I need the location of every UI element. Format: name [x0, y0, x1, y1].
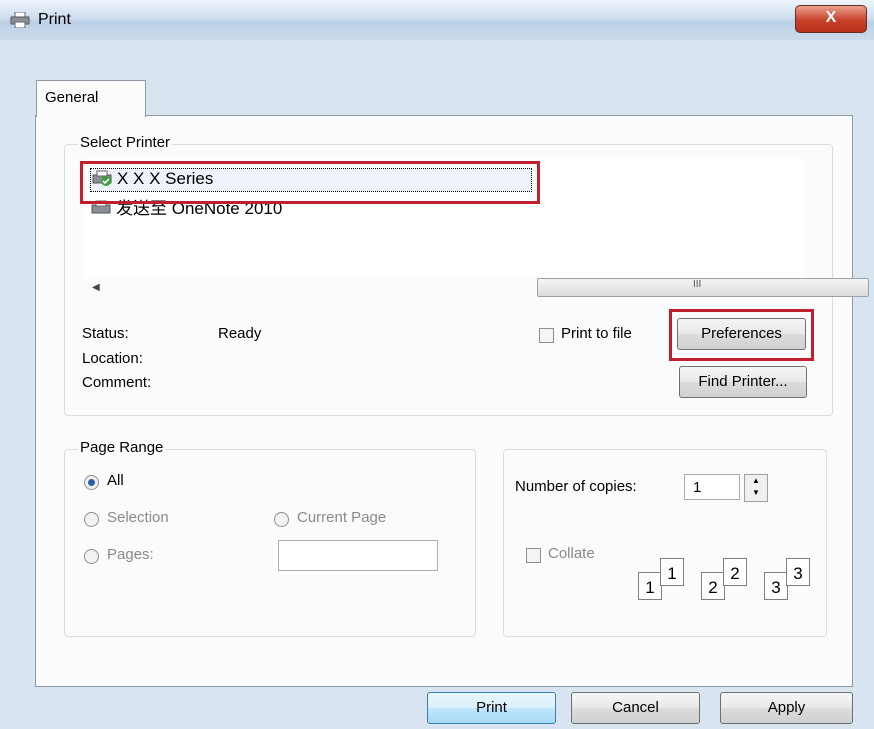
- cancel-button[interactable]: Cancel: [571, 692, 700, 724]
- collate-page-icon: 2: [723, 558, 747, 586]
- collate-page-icon: 3: [786, 558, 810, 586]
- collate-page-icon: 2: [701, 572, 725, 600]
- collate-label[interactable]: Collate: [548, 545, 595, 562]
- select-printer-title: Select Printer: [78, 134, 173, 151]
- apply-button[interactable]: Apply: [720, 692, 853, 724]
- pages-radio[interactable]: [84, 549, 99, 564]
- scrollbar-thumb[interactable]: III: [537, 278, 869, 297]
- number-of-copies-label: Number of copies:: [515, 478, 637, 495]
- print-button[interactable]: Print: [427, 692, 556, 724]
- current-page-label[interactable]: Current Page: [297, 509, 386, 526]
- printer-list-scrollbar[interactable]: ◀ III ▶: [84, 278, 869, 297]
- selection-label[interactable]: Selection: [107, 509, 169, 526]
- tab-general-label: General: [45, 89, 99, 106]
- pages-label[interactable]: Pages:: [107, 546, 154, 563]
- comment-label: Comment:: [82, 374, 152, 391]
- copies-spinner[interactable]: ▲ ▼: [744, 474, 768, 502]
- highlight-box-preferences: [669, 309, 814, 361]
- print-to-file-text: Print to file: [561, 325, 632, 342]
- title-bar: Print X: [0, 0, 874, 40]
- close-button[interactable]: X: [795, 5, 867, 33]
- print-to-file-checkbox[interactable]: [539, 328, 554, 343]
- copies-input[interactable]: 1: [684, 474, 740, 500]
- find-printer-button[interactable]: Find Printer...: [679, 366, 807, 398]
- window-title: Print: [38, 11, 71, 28]
- collate-page-icon: 1: [660, 558, 684, 586]
- collate-checkbox[interactable]: [526, 548, 541, 563]
- status-value: Ready: [218, 325, 262, 342]
- tab-general[interactable]: General: [36, 80, 146, 117]
- location-label: Location:: [82, 350, 143, 367]
- print-to-file-label[interactable]: Print to file: [561, 325, 632, 342]
- all-radio[interactable]: [84, 475, 99, 490]
- collate-page-icon: 3: [764, 572, 788, 600]
- pages-input[interactable]: [278, 540, 438, 571]
- all-label[interactable]: All: [107, 472, 124, 489]
- selection-radio[interactable]: [84, 512, 99, 527]
- page-range-title: Page Range: [78, 439, 166, 456]
- printer-icon: [10, 12, 30, 28]
- status-label: Status:: [82, 325, 129, 342]
- collate-page-icon: 1: [638, 572, 662, 600]
- current-page-radio[interactable]: [274, 512, 289, 527]
- print-dialog: Print X General Select Printer X X X Ser…: [0, 0, 874, 729]
- scroll-left-icon[interactable]: ◀: [92, 282, 100, 293]
- scroll-grip: III: [693, 279, 702, 290]
- highlight-box-printer: [80, 161, 540, 204]
